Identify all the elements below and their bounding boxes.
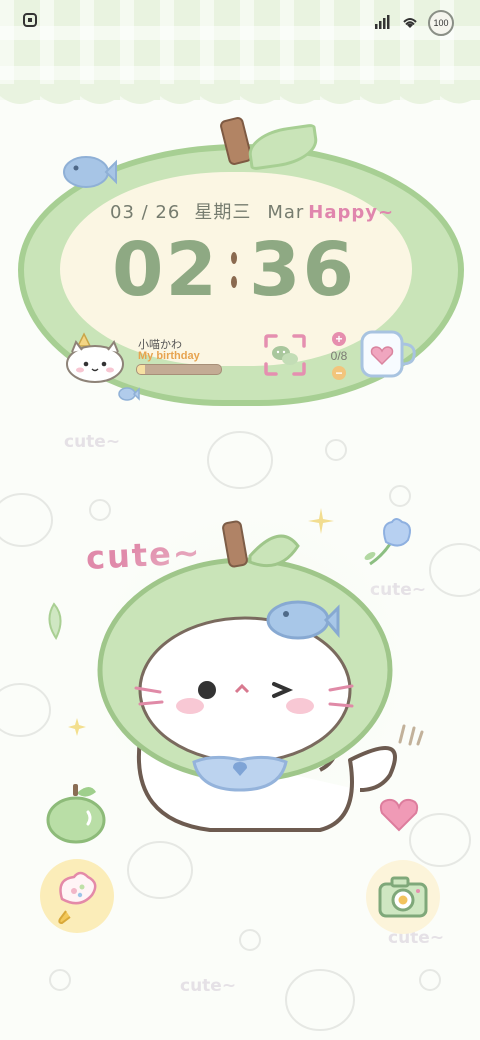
progress-fill: [137, 365, 146, 374]
fish-icon: [63, 156, 117, 188]
decrement-button[interactable]: −: [332, 366, 346, 380]
time-minutes: 36: [248, 227, 356, 313]
time-display: 02 36: [112, 227, 382, 313]
time-separator: [219, 252, 249, 288]
birthday-label: My birthday: [138, 350, 200, 362]
apple-clock-widget[interactable]: 03 / 26 星期三 Mar Happy~ 02 36 小喵かわ My birthd…: [18, 115, 466, 418]
small-fish-icon: [118, 387, 140, 401]
increment-button[interactable]: +: [332, 332, 346, 346]
blue-flower-icon: [364, 518, 411, 566]
date-row: 03 / 26 星期三 Mar Happy~: [110, 198, 394, 224]
weekday-text: 星期三: [194, 202, 252, 223]
status-bar: 100: [0, 0, 480, 40]
cat-avatar-icon[interactable]: [62, 330, 128, 384]
camera-icon: [378, 876, 428, 918]
camera-app-shortcut[interactable]: [366, 860, 440, 934]
counter-value: 0/8: [330, 349, 348, 363]
month-text: Mar: [267, 202, 305, 223]
wechat-scan-icon[interactable]: [262, 332, 308, 378]
small-star-icon: [68, 718, 86, 736]
time-hours: 02: [112, 227, 219, 313]
sparkle-icon: [308, 508, 334, 534]
flower-app-shortcut[interactable]: [40, 859, 114, 933]
counter-widget: + 0/8 −: [324, 332, 354, 382]
pink-heart-icon: [379, 798, 419, 832]
signal-icon: [374, 14, 392, 32]
battery-indicator: 100: [428, 10, 454, 36]
app-notification-icon: [22, 12, 38, 32]
wifi-icon: [402, 15, 418, 32]
greeting-text: Happy~: [308, 202, 395, 223]
green-apple-icon: [46, 784, 106, 844]
date-text: 03 / 26: [110, 202, 181, 223]
heart-mug-icon[interactable]: [358, 328, 418, 380]
birthday-progress-bar: [136, 364, 222, 375]
leaf-icon: [48, 602, 62, 640]
scallop-edge: [0, 84, 480, 104]
motion-lines: [398, 724, 424, 746]
flower-icon: [58, 871, 97, 925]
